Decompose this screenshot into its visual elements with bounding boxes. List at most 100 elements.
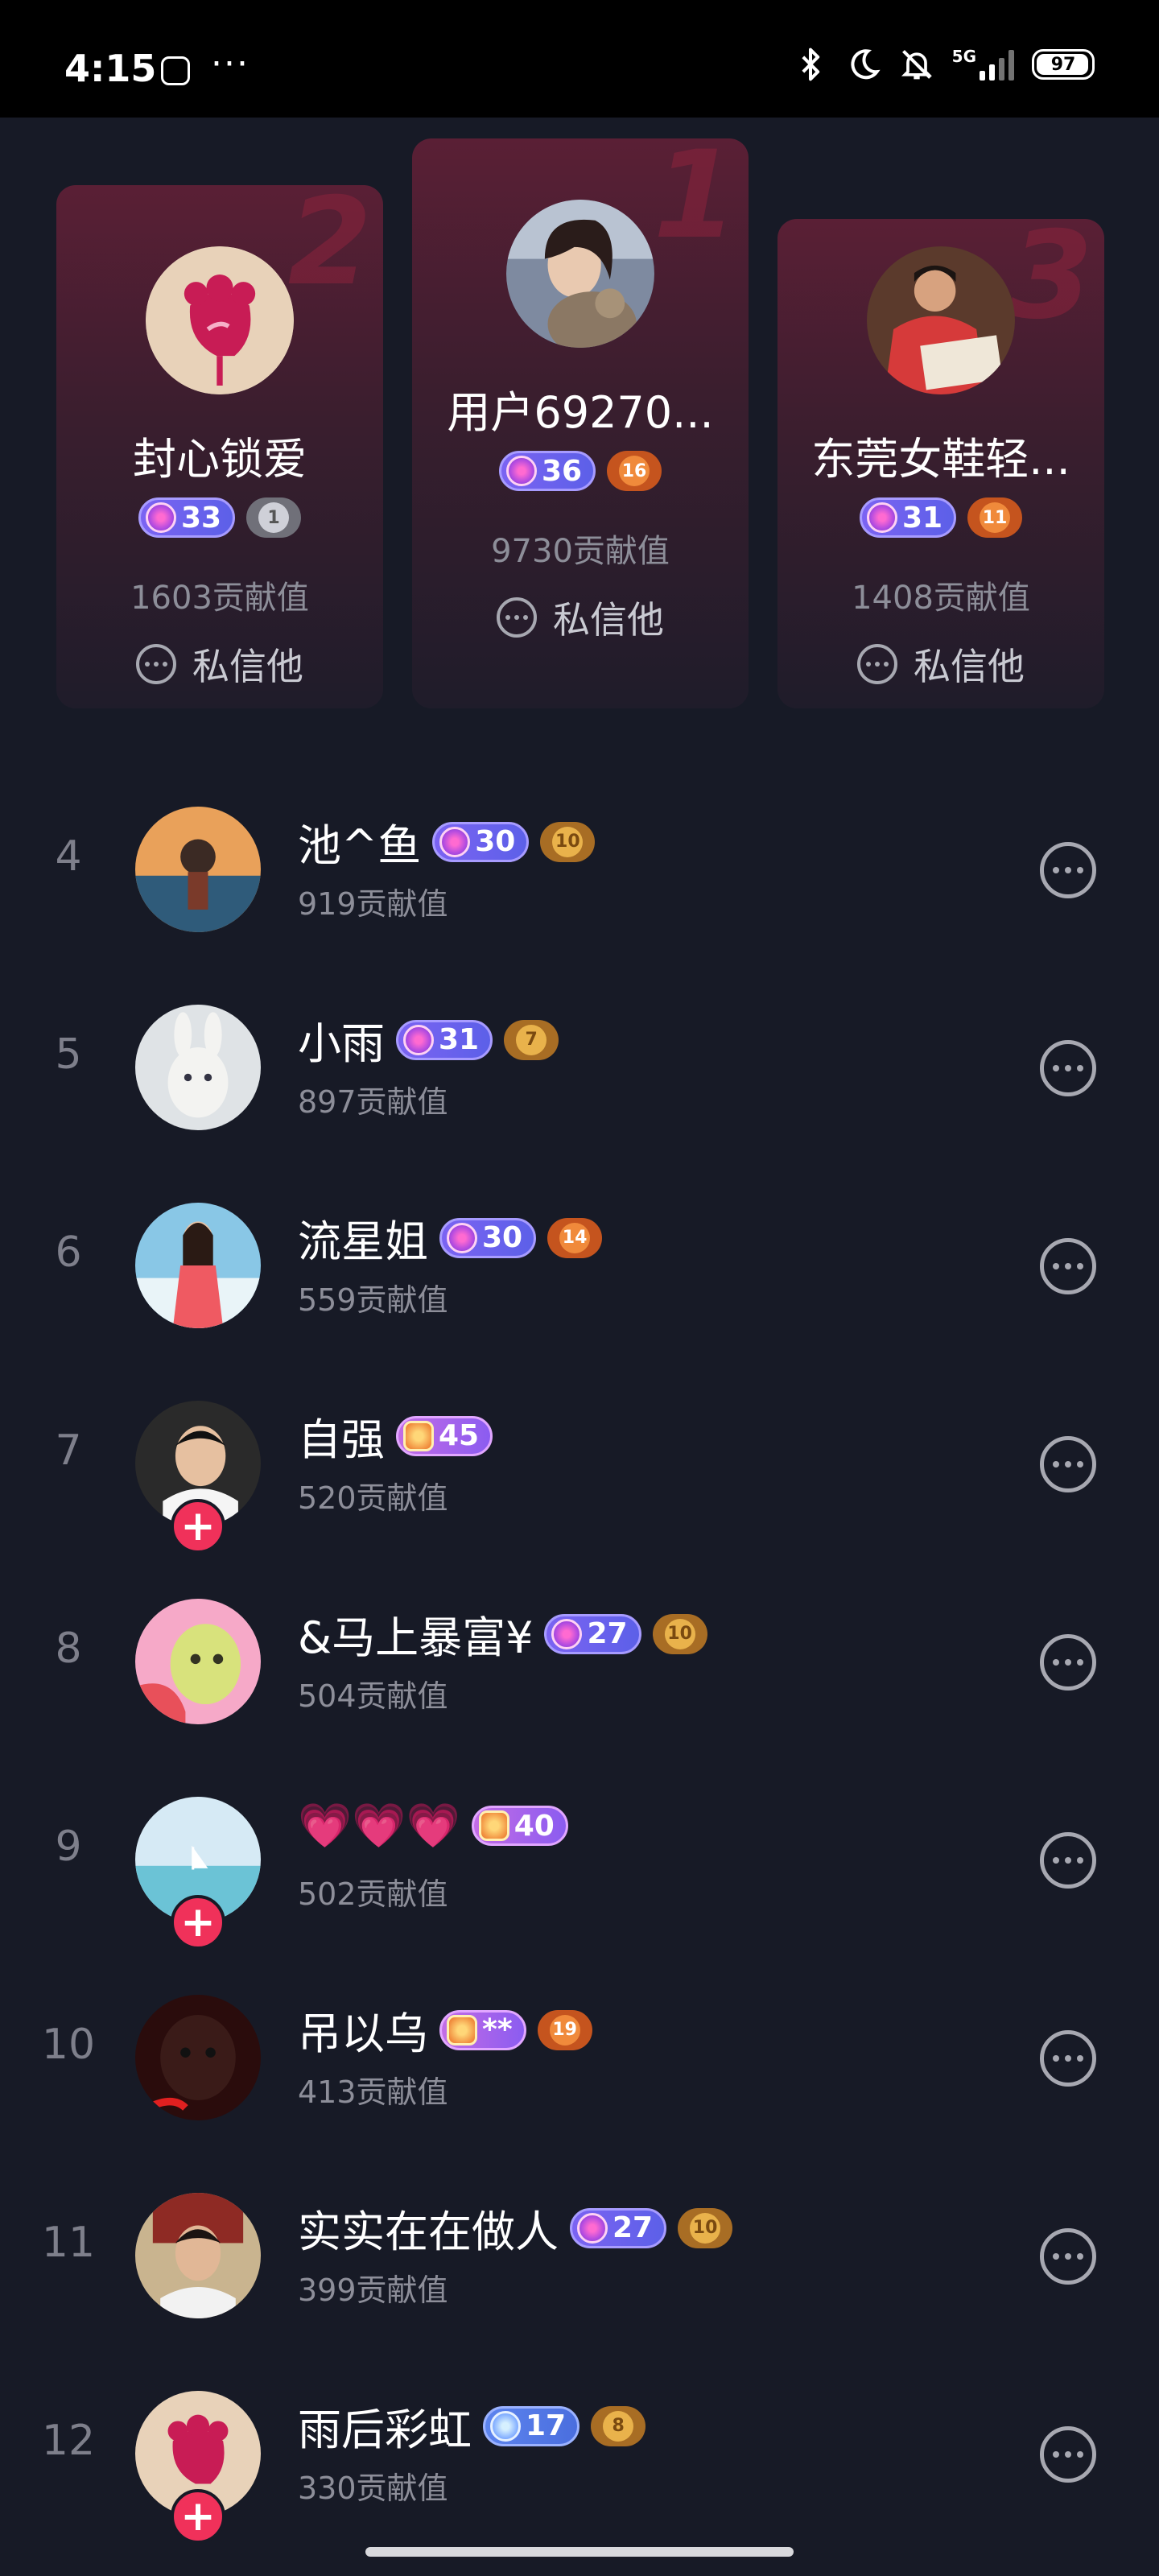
list-item[interactable]: 11 实实在在做人 27 10 399贡献值 [0, 2153, 1159, 2351]
follow-button[interactable]: + [171, 2489, 225, 2544]
fan-club-badge: 14 [547, 1217, 603, 1258]
chat-bubble-icon[interactable] [1040, 842, 1096, 898]
rank-number: 7 [55, 1426, 82, 1475]
chat-bubble-icon[interactable] [1040, 2228, 1096, 2285]
avatar[interactable] [135, 807, 261, 932]
signal-icon [980, 48, 1014, 80]
username[interactable]: &马上暴富¥ [298, 1602, 533, 1666]
chat-bubble-icon[interactable] [1040, 1040, 1096, 1096]
podium-card-rank-3[interactable]: 3 东莞女鞋轻... 31 11 1408贡献值 私信他 [777, 219, 1104, 708]
level-number: 27 [612, 2211, 654, 2244]
chat-bubble-icon[interactable] [1040, 2426, 1096, 2483]
chat-bubble-icon[interactable] [1040, 1634, 1096, 1690]
list-item[interactable]: 12 + 雨后彩虹 17 8 330贡献值 [0, 2351, 1159, 2549]
private-message-button[interactable]: 私信他 [412, 591, 749, 644]
podium-username[interactable]: 封心锁爱 [56, 423, 383, 487]
private-message-label: 私信他 [192, 645, 303, 688]
user-level-badge: 33 [138, 497, 236, 538]
avatar-image [135, 1005, 261, 1130]
home-indicator[interactable] [365, 2547, 794, 2557]
avatar[interactable] [135, 2193, 261, 2318]
private-message-button[interactable]: 私信他 [777, 638, 1104, 691]
level-number: 27 [587, 1617, 628, 1650]
username[interactable]: 流星姐 [298, 1206, 428, 1269]
badge-group: 36 16 [412, 451, 749, 491]
avatar[interactable] [135, 1203, 261, 1328]
user-level-badge: 40 [471, 1806, 568, 1846]
list-item[interactable]: 8 &马上暴富¥ 27 10 504贡献值 [0, 1558, 1159, 1757]
fan-club-badge: 10 [678, 2207, 733, 2248]
list-item[interactable]: 6 流星姐 30 14 559贡献值 [0, 1162, 1159, 1360]
podium-username[interactable]: 东莞女鞋轻... [777, 423, 1104, 487]
heart-icon: 7 [516, 1024, 547, 1055]
level-number: ** [482, 2013, 513, 2046]
list-item[interactable]: 9 + 💗💗💗 40 502贡献值 [0, 1757, 1159, 1955]
contribution-value: 1603贡献值 [130, 580, 309, 617]
list-item[interactable]: 5 小雨 31 7 897贡献值 [0, 964, 1159, 1162]
avatar[interactable] [135, 1005, 261, 1130]
username[interactable]: 💗💗💗 [298, 1800, 460, 1852]
heart-icon: 10 [552, 826, 584, 857]
username[interactable]: 实实在在做人 [298, 2196, 559, 2260]
rank-number: 5 [55, 1030, 82, 1079]
avatar[interactable] [135, 1599, 261, 1724]
level-number: 31 [901, 501, 943, 535]
bluetooth-icon [802, 47, 819, 81]
level-gem-icon [478, 1810, 509, 1841]
level-gem-icon [551, 1618, 583, 1649]
user-level-badge: 31 [396, 1019, 493, 1060]
chat-bubble-icon [857, 644, 897, 684]
username[interactable]: 雨后彩虹 [298, 2394, 472, 2458]
fan-club-badge: 7 [504, 1019, 559, 1060]
avatar-image [135, 1599, 261, 1724]
chat-bubble-icon[interactable] [1040, 2030, 1096, 2087]
private-message-label: 私信他 [553, 598, 664, 642]
contribution-value: 1408贡献值 [852, 580, 1030, 617]
heart-icon: 11 [980, 502, 1011, 533]
username[interactable]: 自强 [298, 1404, 385, 1468]
level-number: 17 [526, 2409, 567, 2442]
chat-bubble-icon[interactable] [1040, 1436, 1096, 1492]
avatar[interactable] [146, 246, 294, 394]
heart-icon: 1 [258, 502, 290, 533]
rank-number: 12 [41, 2417, 96, 2465]
podium-card-rank-1[interactable]: 1 用户69270... 36 16 9730贡献值 私信他 [412, 138, 749, 708]
network-type: 5G [951, 47, 976, 66]
level-gem-icon [505, 456, 537, 486]
fan-club-badge: 1 [246, 497, 302, 538]
contribution-value: 399贡献值 [298, 2273, 448, 2308]
list-item[interactable]: 4 池^鱼 30 10 919贡献值 [0, 766, 1159, 964]
private-message-button[interactable]: 私信他 [56, 638, 383, 691]
follow-button[interactable]: + [171, 1499, 225, 1554]
chat-bubble-icon[interactable] [1040, 1832, 1096, 1889]
contribution-value: 897贡献值 [298, 1084, 448, 1120]
podium-username[interactable]: 用户69270... [412, 377, 749, 440]
status-bar: 4:15 ··· 5G 97 [0, 0, 1159, 118]
private-message-label: 私信他 [914, 645, 1025, 688]
heart-icon: 14 [559, 1222, 591, 1253]
level-gem-icon [866, 502, 897, 533]
list-item[interactable]: 7 + 自强 45 520贡献值 [0, 1360, 1159, 1558]
list-item[interactable]: 10 吊以乌 ** 19 413贡献值 [0, 1955, 1159, 2153]
username[interactable]: 吊以乌 [298, 1998, 428, 2062]
follow-button[interactable]: + [171, 1895, 225, 1950]
username[interactable]: 小雨 [298, 1008, 385, 1071]
rank-number: 11 [41, 2219, 96, 2267]
avatar[interactable] [135, 1995, 261, 2120]
username[interactable]: 池^鱼 [298, 810, 421, 873]
chat-bubble-icon[interactable] [1040, 1238, 1096, 1294]
user-level-badge: 27 [570, 2207, 667, 2248]
avatar-image [135, 1203, 261, 1328]
rank-number: 9 [55, 1823, 82, 1871]
avatar[interactable] [506, 200, 654, 348]
rank-number: 8 [55, 1624, 82, 1673]
podium-card-rank-2[interactable]: 2 封心锁爱 33 1 1603贡献值 私信他 [56, 185, 383, 708]
fan-club-badge: 16 [607, 451, 662, 491]
badge-group: 33 1 [56, 497, 383, 538]
podium-rank-number: 2 [287, 185, 372, 312]
chat-bubble-icon [136, 644, 176, 684]
level-gem-icon [447, 2014, 477, 2046]
rank-number: 6 [55, 1228, 82, 1277]
level-number: 31 [439, 1023, 480, 1056]
avatar[interactable] [867, 246, 1015, 394]
